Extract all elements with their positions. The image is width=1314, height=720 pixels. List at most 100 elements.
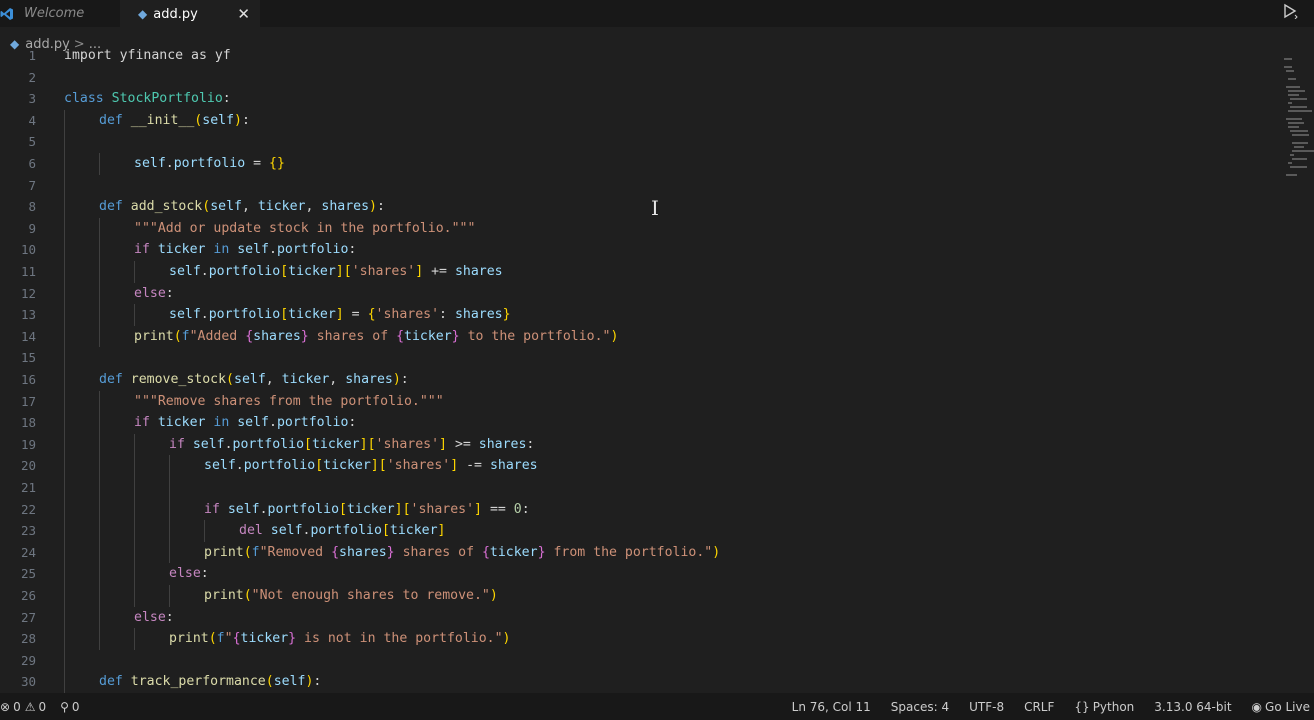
- code-token: ticker: [240, 631, 289, 647]
- minimap-line: [1286, 86, 1301, 88]
- code-line[interactable]: print("Not enough shares to remove."): [204, 585, 498, 607]
- code-token: ticker: [346, 501, 395, 517]
- code-token: self: [227, 501, 260, 517]
- line-ending[interactable]: CRLF: [1024, 700, 1054, 714]
- indentation[interactable]: Spaces: 4: [891, 700, 949, 714]
- code-token: add_stock: [130, 199, 203, 215]
- minimap[interactable]: [1284, 58, 1314, 178]
- ports-indicator[interactable]: ⚲ 0: [60, 700, 79, 714]
- code-line[interactable]: del self.portfolio[ticker]: [239, 520, 446, 542]
- code-line[interactable]: print(f"Removed {shares} shares of {tick…: [204, 542, 720, 564]
- line-number: 21: [20, 480, 36, 495]
- code-token: =: [245, 156, 270, 171]
- problems-indicator[interactable]: ⊗ 0 ⚠ 0: [0, 700, 46, 714]
- code-token: }: [288, 631, 297, 647]
- error-icon: ⊗: [0, 699, 11, 714]
- code-token: shares of: [308, 328, 397, 344]
- minimap-line: [1286, 174, 1298, 176]
- code-line[interactable]: if ticker in self.portfolio:: [134, 412, 356, 434]
- vscode-icon: [0, 7, 18, 21]
- code-token: portfolio: [276, 415, 349, 431]
- code-token: {: [367, 307, 376, 323]
- code-line[interactable]: self.portfolio[ticker]['shares'] += shar…: [169, 261, 503, 283]
- code-token: portfolio: [243, 458, 316, 474]
- broadcast-icon: ◉: [1251, 699, 1263, 714]
- code-token: ,: [241, 199, 258, 215]
- code-line[interactable]: def __init__(self):: [99, 110, 250, 132]
- code-line[interactable]: else:: [134, 283, 174, 305]
- code-token: [: [304, 436, 312, 452]
- code-editor[interactable]: 1 2 3 4 5 6 7 8 9 10 11 12 13 14 15 16 17 18 19 20 21 22 23 24 2…: [0, 45, 1314, 693]
- line-number: 26: [20, 588, 36, 603]
- indent-guide: [204, 520, 205, 542]
- code-line[interactable]: def track_performance(self):: [99, 671, 321, 693]
- code-token: ]: [394, 501, 403, 517]
- code-token: {}: [269, 156, 285, 171]
- code-token: ): [234, 112, 242, 128]
- code-line[interactable]: """Add or update stock in the portfolio.…: [134, 218, 475, 240]
- code-token: portfolio: [208, 307, 281, 323]
- code-token: print: [134, 328, 174, 344]
- code-token: self: [210, 199, 242, 215]
- code-token: shares: [454, 264, 503, 279]
- code-token: .: [224, 436, 233, 452]
- code-line[interactable]: else:: [169, 563, 209, 585]
- code-token: ticker: [404, 328, 452, 344]
- code-token: ): [610, 328, 619, 344]
- code-token: from the portfolio.": [545, 544, 713, 560]
- run-icon[interactable]: [1282, 3, 1298, 23]
- code-line[interactable]: import yfinance as yf: [64, 45, 231, 67]
- code-line[interactable]: print(f"Added {shares} shares of {ticker…: [134, 326, 618, 348]
- code-line[interactable]: if ticker in self.portfolio:: [134, 239, 356, 261]
- code-token: ticker: [323, 458, 371, 474]
- code-line[interactable]: if self.portfolio[ticker]['shares'] == 0…: [204, 499, 530, 521]
- line-number: 16: [20, 372, 36, 387]
- code-line[interactable]: else:: [134, 607, 174, 629]
- code-line[interactable]: print(f"{ticker} is not in the portfolio…: [169, 628, 511, 650]
- encoding[interactable]: UTF-8: [969, 700, 1004, 714]
- indent-guide: [99, 390, 100, 650]
- code-line[interactable]: def add_stock(self, ticker, shares):: [99, 196, 385, 218]
- python-interpreter[interactable]: 3.13.0 64-bit: [1154, 700, 1231, 714]
- code-token: self: [202, 112, 235, 128]
- tab-bar: Welcome ◆ add.py ✕: [0, 0, 1314, 27]
- code-token: -=: [458, 458, 490, 474]
- code-token: class: [64, 91, 112, 107]
- code-token: def: [99, 199, 131, 215]
- code-token: self: [134, 156, 166, 171]
- code-token: ,: [265, 372, 282, 387]
- code-line[interactable]: class StockPortfolio:: [64, 88, 231, 110]
- code-token: else: [134, 285, 166, 301]
- code-token: def: [99, 112, 131, 128]
- code-token: (: [208, 631, 217, 647]
- minimap-line: [1290, 130, 1309, 132]
- minimap-line: [1290, 154, 1294, 156]
- code-line[interactable]: """Remove shares from the portfolio.""": [134, 391, 444, 413]
- code-token: self: [192, 436, 225, 452]
- code-line[interactable]: def remove_stock(self, ticker, shares):: [99, 369, 409, 391]
- go-live-button[interactable]: ◉ Go Live: [1252, 700, 1310, 714]
- code-token: [: [381, 523, 390, 539]
- tab-add-py[interactable]: ◆ add.py ✕: [120, 0, 260, 27]
- code-line[interactable]: self.portfolio = {}: [134, 153, 285, 175]
- close-icon[interactable]: ✕: [237, 5, 250, 23]
- minimap-line: [1292, 158, 1307, 160]
- code-token: }: [386, 544, 395, 560]
- code-token: is not in the portfolio.": [296, 631, 503, 647]
- indent-guide: [134, 304, 135, 326]
- code-token: (: [243, 544, 252, 560]
- tab-welcome[interactable]: Welcome: [0, 0, 120, 27]
- minimap-line: [1286, 70, 1294, 72]
- code-token: .: [200, 307, 209, 323]
- code-line[interactable]: if self.portfolio[ticker]['shares'] >= s…: [169, 434, 534, 456]
- code-token: portfolio: [267, 501, 340, 517]
- code-line[interactable]: self.portfolio[ticker] = {'shares': shar…: [169, 304, 511, 326]
- code-token: }: [451, 328, 460, 344]
- code-token: ): [392, 372, 401, 387]
- code-line[interactable]: self.portfolio[ticker]['shares'] -= shar…: [204, 455, 538, 477]
- code-token: [: [280, 264, 289, 279]
- language-mode[interactable]: {} Python: [1074, 700, 1134, 714]
- code-token: {: [232, 631, 241, 647]
- cursor-position[interactable]: Ln 76, Col 11: [792, 700, 871, 714]
- minimap-line: [1288, 162, 1292, 164]
